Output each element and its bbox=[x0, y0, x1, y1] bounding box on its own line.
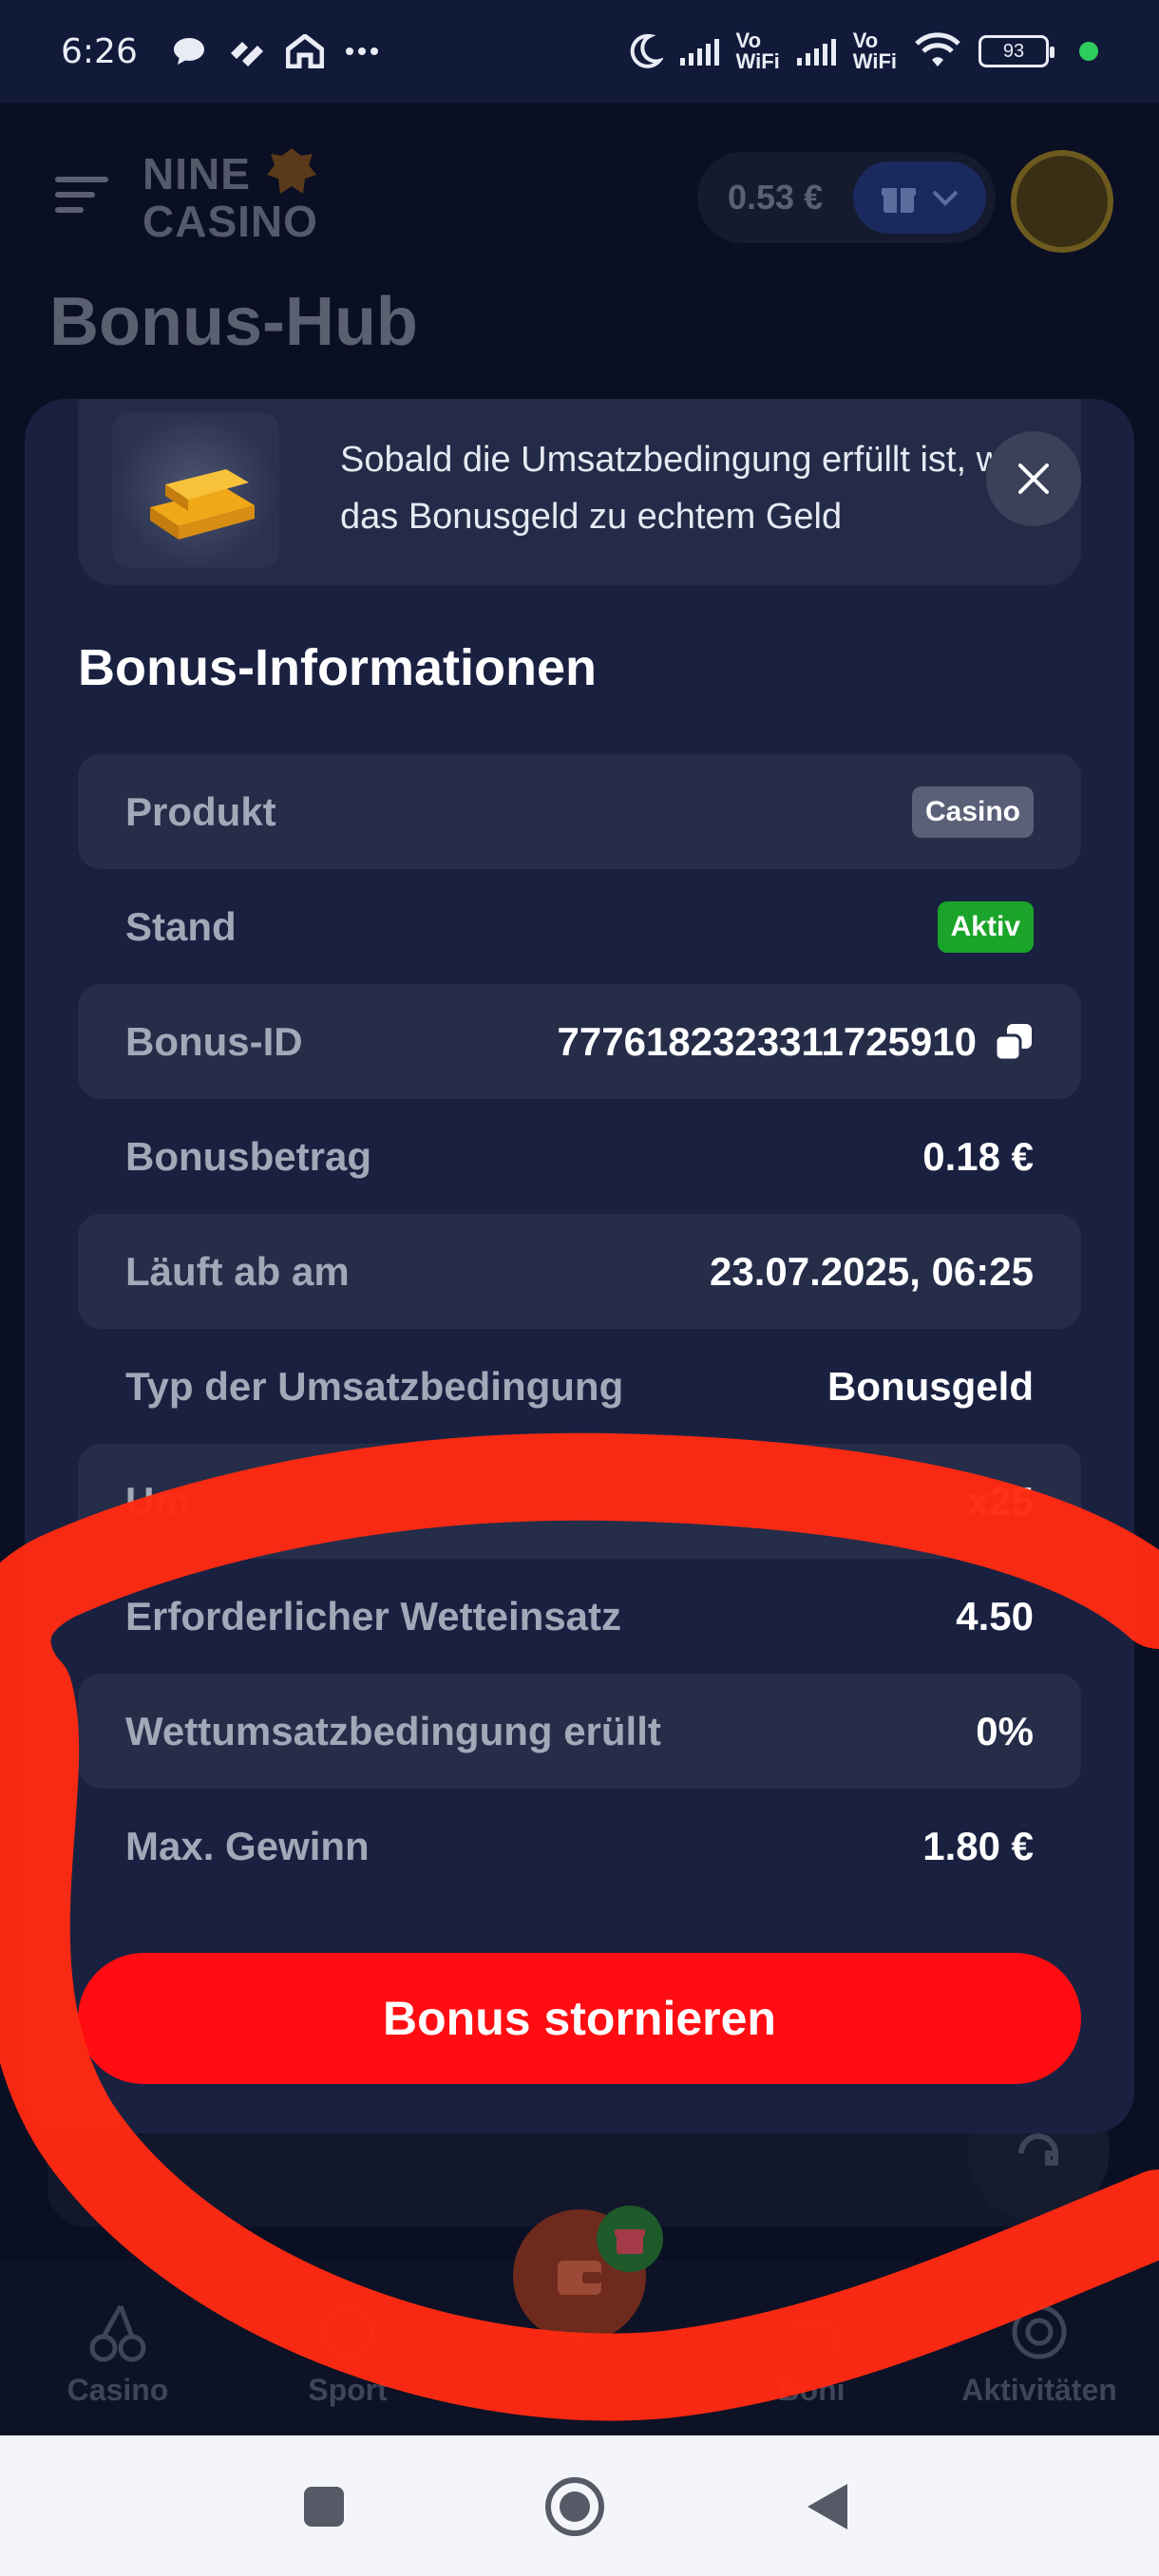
square-icon bbox=[304, 2487, 344, 2527]
nav-item-aktivitaeten[interactable]: Aktivitäten bbox=[944, 2299, 1134, 2408]
row-label: Produkt bbox=[125, 788, 276, 834]
cancel-bonus-button[interactable]: Bonus stornieren bbox=[78, 1953, 1081, 2084]
wifi-icon bbox=[915, 32, 960, 66]
row-label: Max. Gewinn bbox=[125, 1823, 370, 1868]
system-nav-bar bbox=[0, 2435, 1159, 2576]
row-label: Wettumsatzbedingung erüllt bbox=[125, 1708, 661, 1753]
cherries-icon bbox=[89, 2304, 146, 2362]
target-icon bbox=[1012, 2304, 1067, 2359]
status-badge: Aktiv bbox=[937, 900, 1034, 953]
vowifi-2-label: Vo WiFi bbox=[852, 28, 897, 73]
row-value: 1.80 € bbox=[922, 1823, 1034, 1868]
nav-item-boni[interactable]: Boni bbox=[716, 2299, 906, 2408]
nav-item-casino[interactable]: Casino bbox=[23, 2299, 213, 2408]
signal-2-icon bbox=[796, 37, 836, 66]
close-button[interactable] bbox=[986, 431, 1081, 526]
row-value: 0.18 € bbox=[922, 1133, 1034, 1179]
battery-icon: 93 bbox=[978, 35, 1054, 67]
nav-item-sport[interactable]: Sport bbox=[253, 2299, 443, 2408]
row-label: Bonusbetrag bbox=[125, 1133, 372, 1179]
vowifi-1-label: Vo WiFi bbox=[735, 28, 780, 73]
bonus-dropdown-button[interactable] bbox=[853, 161, 986, 234]
more-notifications-icon bbox=[345, 47, 378, 55]
promo-text: Sobald die Umsatzbedingung erfüllt ist, … bbox=[340, 440, 1043, 537]
product-badge: Casino bbox=[911, 786, 1034, 838]
do-not-disturb-moon-icon bbox=[630, 33, 663, 68]
chevron-down-icon bbox=[932, 190, 959, 206]
row-required-wager: Erforderlicher Wetteinsatz 4.50 bbox=[78, 1559, 1081, 1674]
row-bonus-amount: Bonusbetrag 0.18 € bbox=[78, 1099, 1081, 1214]
wallet-gift-badge bbox=[597, 2206, 663, 2272]
signal-1-icon bbox=[679, 37, 719, 66]
lion-logo-icon bbox=[267, 148, 316, 194]
nav-label-casino: Casino bbox=[66, 2373, 169, 2407]
row-expires: Läuft ab am 23.07.2025, 06:25 bbox=[78, 1214, 1081, 1329]
status-time: 6:26 bbox=[61, 31, 138, 71]
ball-icon bbox=[320, 2304, 375, 2359]
row-label: Erforderlicher Wetteinsatz bbox=[125, 1593, 622, 1638]
chat-notification-icon bbox=[173, 38, 204, 65]
bonus-id-value: 7776182323311725910 bbox=[557, 1018, 978, 1064]
gold-bars-icon bbox=[150, 469, 255, 540]
row-label: Um bbox=[125, 1478, 190, 1524]
gift-badge-icon bbox=[615, 2229, 645, 2254]
row-bonus-id: Bonus-ID 7776182323311725910 bbox=[78, 984, 1081, 1099]
circle-home-icon bbox=[545, 2477, 604, 2536]
row-value: x25 bbox=[966, 1478, 1034, 1524]
balance-pill[interactable]: 0.53 € bbox=[697, 152, 996, 243]
home-icon bbox=[285, 34, 324, 68]
row-value: Bonusgeld bbox=[827, 1363, 1034, 1409]
section-title: Bonus-Informationen bbox=[78, 639, 597, 696]
menu-icon[interactable] bbox=[55, 177, 108, 222]
row-value: 0% bbox=[976, 1708, 1034, 1753]
app-notification-icon bbox=[230, 42, 263, 66]
recents-button[interactable] bbox=[291, 2473, 357, 2540]
promo-card: Sobald die Umsatzbedingung erfüllt ist, … bbox=[78, 399, 1081, 585]
avatar[interactable] bbox=[1011, 150, 1113, 253]
bonus-info-modal: Sobald die Umsatzbedingung erfüllt ist, … bbox=[25, 399, 1134, 2133]
home-button[interactable] bbox=[542, 2473, 608, 2540]
row-label: Läuft ab am bbox=[125, 1248, 350, 1294]
close-icon bbox=[1018, 464, 1049, 494]
page-title: Bonus-Hub bbox=[49, 284, 418, 360]
row-wagering-type: Typ der Umsatzbedingung Bonusgeld bbox=[78, 1329, 1081, 1444]
balance-amount: 0.53 € bbox=[728, 178, 824, 217]
row-label: Stand bbox=[125, 903, 237, 949]
wallet-icon bbox=[558, 2261, 601, 2295]
back-triangle-icon bbox=[808, 2484, 847, 2529]
status-bar: 6:26 Vo WiFi Vo WiFi 93 bbox=[0, 0, 1159, 103]
copy-icon[interactable] bbox=[994, 1022, 1034, 1062]
gift-nav-icon bbox=[785, 2320, 838, 2360]
gift-icon bbox=[882, 188, 916, 213]
back-button[interactable] bbox=[794, 2473, 861, 2540]
row-label: Bonus-ID bbox=[125, 1018, 303, 1064]
gold-bars-image bbox=[112, 412, 279, 568]
row-max-win: Max. Gewinn 1.80 € bbox=[78, 1789, 1081, 1904]
row-value: 23.07.2025, 06:25 bbox=[710, 1248, 1034, 1294]
row-status: Stand Aktiv bbox=[78, 869, 1081, 984]
row-label: Typ der Umsatzbedingung bbox=[125, 1363, 624, 1409]
row-wagering-progress: Wettumsatzbedingung erüllt 0% bbox=[78, 1674, 1081, 1789]
app-header: NINE CASINO 0.53 € bbox=[0, 122, 1159, 255]
nav-label-aktivitaeten: Aktivitäten bbox=[961, 2373, 1117, 2407]
row-wagering-multiplier: Um x25 bbox=[78, 1444, 1081, 1559]
bonus-info-table: Produkt Casino Stand Aktiv Bonus-ID 7776… bbox=[78, 754, 1081, 1904]
row-product: Produkt Casino bbox=[78, 754, 1081, 869]
privacy-indicator-dot bbox=[1079, 42, 1098, 61]
row-value: 4.50 bbox=[956, 1593, 1034, 1638]
nav-label-sport: Sport bbox=[308, 2373, 388, 2407]
nav-label-boni: Boni bbox=[777, 2373, 846, 2407]
